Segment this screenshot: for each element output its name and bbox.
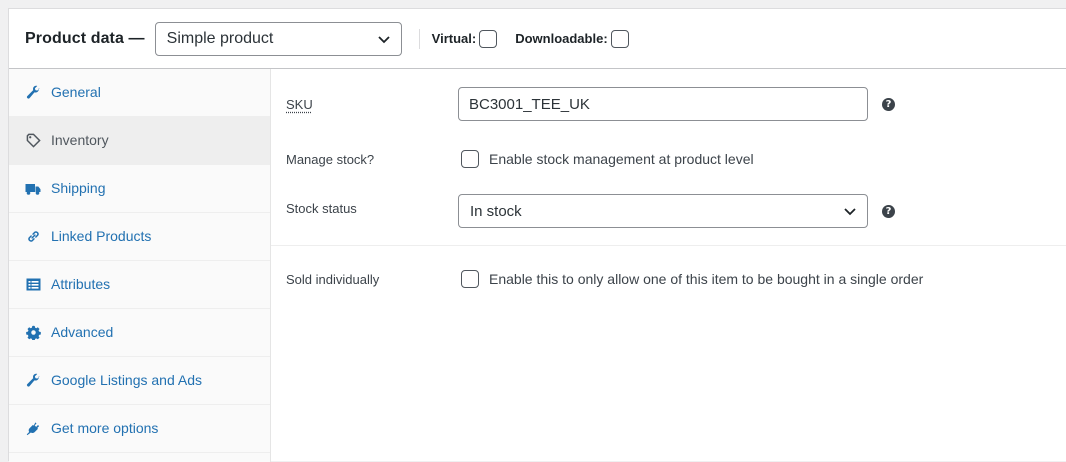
tab-label: Linked Products: [51, 227, 152, 244]
help-icon[interactable]: ?: [882, 97, 895, 111]
tab-label: Google Listings and Ads: [51, 371, 202, 388]
tag-icon: [25, 133, 41, 149]
sold-individually-checkbox[interactable]: [461, 270, 479, 288]
tab-label: Attributes: [51, 275, 111, 292]
gear-icon: [25, 325, 41, 341]
sku-row: SKU BC3001_TEE_UK ?: [271, 87, 1066, 121]
sold-individually-label: Sold individually: [286, 271, 380, 287]
tab-label: Advanced: [51, 323, 114, 340]
product-data-title: Product data —: [25, 29, 145, 47]
sku-input[interactable]: BC3001_TEE_UK: [458, 87, 868, 121]
tab-google-listings[interactable]: Google Listings and Ads: [9, 357, 270, 405]
sku-value: BC3001_TEE_UK: [469, 95, 590, 113]
tab-general[interactable]: General: [9, 69, 270, 117]
downloadable-option[interactable]: Downloadable:: [515, 29, 629, 48]
tab-linked-products[interactable]: Linked Products: [9, 213, 270, 261]
manage-stock-option[interactable]: Enable stock management at product level: [461, 150, 754, 168]
list-icon: [25, 277, 41, 293]
manage-stock-checkbox[interactable]: [461, 150, 479, 168]
stock-status-select[interactable]: In stock: [458, 194, 868, 228]
tab-inventory[interactable]: Inventory: [9, 117, 270, 165]
product-data-tabs: General Inventory Shipping Linked Produc…: [9, 69, 271, 462]
help-icon[interactable]: ?: [882, 204, 895, 218]
tab-attributes[interactable]: Attributes: [9, 261, 270, 309]
sold-individually-row: Sold individually Enable this to only al…: [271, 269, 1066, 289]
manage-stock-row: Manage stock? Enable stock management at…: [271, 149, 1066, 169]
stock-status-value: In stock: [470, 202, 522, 220]
wrench-icon: [25, 373, 41, 389]
tab-label: Get more options: [51, 419, 159, 436]
tab-label: General: [51, 83, 101, 100]
stock-status-row: Stock status In stock ?: [271, 194, 1066, 228]
virtual-checkbox[interactable]: [479, 29, 498, 48]
manage-stock-label: Manage stock?: [286, 151, 375, 167]
product-type-select[interactable]: Simple product: [154, 21, 402, 56]
tab-label: Inventory: [51, 131, 109, 148]
header-separator: [418, 28, 420, 49]
section-divider: [271, 245, 1066, 246]
inventory-panel: SKU BC3001_TEE_UK ? Manage stock? Enable…: [271, 69, 1066, 462]
plug-icon: [25, 421, 41, 437]
product-type-value: Simple product: [166, 29, 274, 47]
truck-icon: [25, 181, 41, 197]
sku-label: SKU: [286, 96, 313, 112]
chevron-down-icon: [843, 204, 857, 218]
wrench-icon: [25, 85, 41, 101]
product-data-panel: Product data — Simple product Virtual: D…: [8, 8, 1066, 462]
virtual-label: Virtual:: [431, 31, 477, 46]
chevron-down-icon: [377, 32, 391, 46]
tab-label: Shipping: [51, 179, 106, 196]
tab-shipping[interactable]: Shipping: [9, 165, 270, 213]
manage-stock-text: Enable stock management at product level: [489, 151, 754, 167]
tab-get-more-options[interactable]: Get more options: [9, 405, 270, 453]
downloadable-label: Downloadable:: [515, 31, 608, 46]
sold-individually-option[interactable]: Enable this to only allow one of this it…: [461, 270, 923, 288]
product-data-header: Product data — Simple product Virtual: D…: [9, 9, 1066, 69]
link-icon: [25, 229, 41, 245]
virtual-option[interactable]: Virtual:: [431, 29, 498, 48]
sold-individually-text: Enable this to only allow one of this it…: [489, 271, 924, 287]
downloadable-checkbox[interactable]: [610, 29, 629, 48]
tab-advanced[interactable]: Advanced: [9, 309, 270, 357]
stock-status-label: Stock status: [286, 201, 357, 216]
